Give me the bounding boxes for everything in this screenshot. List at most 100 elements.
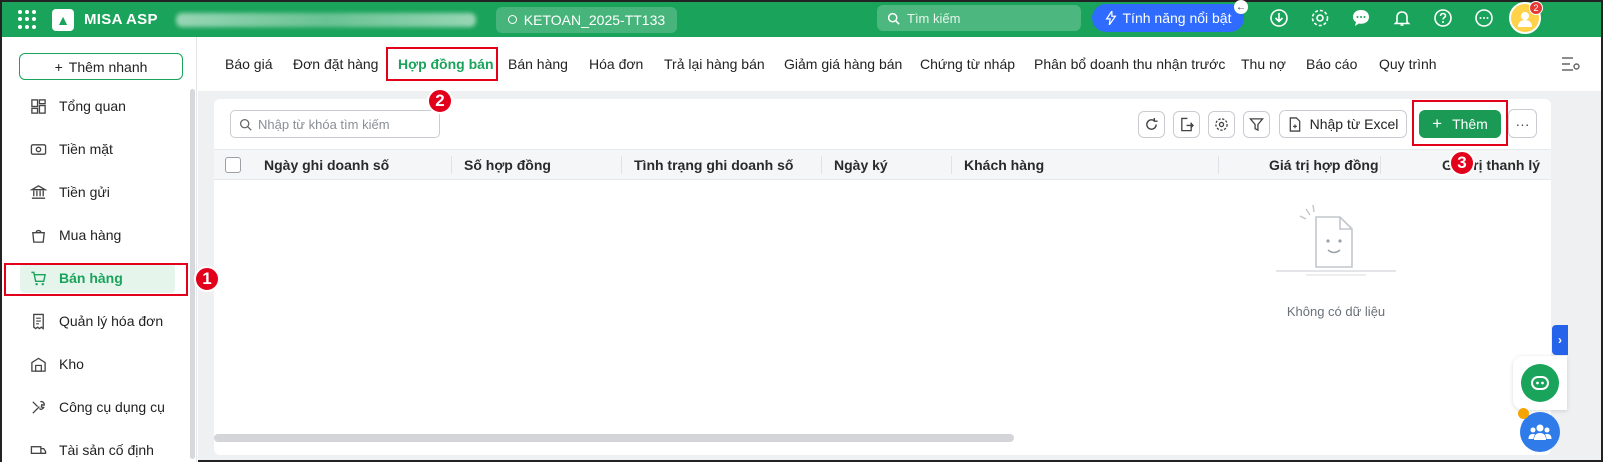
shopping-bag-icon <box>32 229 45 243</box>
gear-icon[interactable] <box>1299 6 1340 30</box>
filter-icon <box>1249 118 1264 132</box>
featured-features-label: Tính năng nổi bật <box>1122 10 1232 26</box>
empty-state-text: Không có dữ liệu <box>1286 304 1386 319</box>
more-actions-button[interactable]: ··· <box>1508 109 1537 138</box>
community-button[interactable] <box>1518 408 1560 452</box>
column-header[interactable]: Số hợp đồng <box>464 157 551 173</box>
column-header[interactable]: Ngày ghi doanh số <box>264 157 389 173</box>
column-divider[interactable] <box>821 156 822 174</box>
import-excel-label: Nhập từ Excel <box>1309 116 1399 132</box>
column-header[interactable]: Tình trạng ghi doanh số <box>634 157 793 173</box>
database-name: KETOAN_2025-TT133 <box>523 11 666 28</box>
sidebar-item-tools[interactable]: Công cụ dụng cụ <box>20 392 175 422</box>
sidebar-item-label: Tài sản cố định <box>59 442 154 458</box>
tab-settings-icon[interactable] <box>1561 56 1581 75</box>
list-search[interactable] <box>230 110 440 138</box>
notification-badge: 2 <box>1529 1 1543 15</box>
export-icon <box>1181 117 1194 132</box>
cash-icon <box>30 143 47 155</box>
sidebar-item-invoices[interactable]: Quản lý hóa đơn <box>20 306 175 336</box>
import-excel-button[interactable]: Nhập từ Excel <box>1279 110 1407 138</box>
add-label: Thêm <box>1452 116 1488 132</box>
download-icon[interactable] <box>1258 6 1299 30</box>
chatbot-icon <box>1521 364 1559 402</box>
sidebar-item-bank[interactable]: Tiền gửi <box>20 177 175 207</box>
bell-icon[interactable] <box>1381 6 1422 30</box>
app-grid-icon[interactable] <box>18 9 38 30</box>
tab-sales-return[interactable]: Trả lại hàng bán <box>664 56 765 72</box>
column-divider[interactable] <box>451 156 452 174</box>
chat-icon[interactable] <box>1340 6 1381 30</box>
tab-workflow[interactable]: Quy trình <box>1379 56 1437 72</box>
warehouse-icon <box>31 357 46 372</box>
sidebar-item-overview[interactable]: Tổng quan <box>20 91 175 121</box>
back-arrow-icon[interactable]: ← <box>1234 0 1248 14</box>
tab-quotation[interactable]: Báo giá <box>225 56 272 72</box>
column-divider[interactable] <box>1380 156 1381 174</box>
plus-icon: + <box>54 58 63 75</box>
list-settings-button[interactable] <box>1208 111 1235 138</box>
column-divider[interactable] <box>951 156 952 174</box>
step-badge: 2 <box>427 88 453 114</box>
sidebar-item-fixed-assets[interactable]: Tài sản cố định <box>20 435 175 462</box>
bank-icon <box>30 184 47 199</box>
tab-draft-vouchers[interactable]: Chứng từ nháp <box>920 56 1015 72</box>
tab-sales-order[interactable]: Đơn đặt hàng <box>293 56 378 72</box>
column-header[interactable]: Giá trị hợp đồng <box>1269 157 1379 173</box>
sidebar-item-warehouse[interactable]: Kho <box>20 349 175 379</box>
sidebar-item-label: Quản lý hóa đơn <box>59 313 164 329</box>
receipt-icon <box>33 313 44 330</box>
tab-invoice[interactable]: Hóa đơn <box>589 56 643 72</box>
chatbot-button[interactable] <box>1513 356 1567 410</box>
tab-sales-discount[interactable]: Giảm giá hàng bán <box>784 56 902 72</box>
sidebar-item-cash[interactable]: Tiền mặt <box>20 134 175 164</box>
column-divider[interactable] <box>621 156 622 174</box>
sidebar-item-label: Mua hàng <box>59 227 122 243</box>
list-search-input[interactable] <box>258 116 428 132</box>
sidebar-item-purchase[interactable]: Mua hàng <box>20 220 175 250</box>
refresh-icon <box>1146 117 1158 130</box>
sidebar-item-sales[interactable]: Bán hàng <box>20 263 175 293</box>
tab-sales-contract[interactable]: Hợp đồng bán <box>398 56 494 72</box>
sidebar-item-label: Tiền mặt <box>59 141 113 157</box>
more-options-icon[interactable] <box>1463 6 1504 30</box>
column-header[interactable]: Ngày ký <box>834 157 888 173</box>
expand-panel-button[interactable]: › <box>1552 325 1568 355</box>
global-search[interactable]: Tìm kiếm <box>877 5 1081 31</box>
plus-icon: + <box>1432 114 1443 133</box>
sidebar-item-label: Bán hàng <box>59 270 123 286</box>
quick-add-button[interactable]: + Thêm nhanh <box>19 53 183 80</box>
people-icon <box>1528 424 1552 440</box>
featured-features-button[interactable]: Tính năng nổi bật ← <box>1092 0 1248 32</box>
database-status-icon <box>507 15 517 24</box>
horizontal-scrollbar[interactable] <box>214 434 1014 442</box>
table-header: Ngày ghi doanh số Số hợp đồng Tình trạng… <box>214 149 1551 180</box>
column-divider[interactable] <box>1218 156 1219 174</box>
tab-reports[interactable]: Báo cáo <box>1306 56 1357 72</box>
sidebar-item-label: Tiền gửi <box>59 184 110 200</box>
column-header[interactable]: Khách hàng <box>964 157 1044 173</box>
gear-icon <box>1215 118 1228 131</box>
sidebar-item-label: Tổng quan <box>59 98 126 114</box>
chevron-right-icon: › <box>1558 333 1562 347</box>
step-badge: 1 <box>194 266 220 292</box>
export-button[interactable] <box>1173 111 1200 138</box>
tab-deferred-revenue[interactable]: Phân bổ doanh thu nhận trước <box>1034 56 1225 72</box>
add-button[interactable]: + Thêm <box>1419 110 1501 138</box>
tab-sales[interactable]: Bán hàng <box>508 56 568 72</box>
user-avatar[interactable]: 2 <box>1509 1 1543 34</box>
sidebar-item-label: Công cụ dụng cụ <box>59 399 165 415</box>
filter-button[interactable] <box>1243 111 1270 138</box>
refresh-button[interactable] <box>1138 111 1165 138</box>
database-selector[interactable]: KETOAN_2025-TT133 <box>495 6 678 33</box>
sidebar: + Thêm nhanh Tổng quan Tiền mặt Tiền gửi… <box>0 37 197 462</box>
contract-list-panel: Nhập từ Excel + Thêm ··· Ngày ghi doanh … <box>214 99 1551 455</box>
cart-icon <box>31 271 46 285</box>
tab-debt-collection[interactable]: Thu nợ <box>1241 56 1286 72</box>
misa-logo-icon: ▲ <box>52 8 74 31</box>
module-tabs: Báo giá Đơn đặt hàng Hợp đồng bán Bán hà… <box>198 37 1603 91</box>
help-icon[interactable] <box>1422 6 1463 30</box>
app-name: MISA ASP <box>84 11 158 28</box>
sidebar-item-label: Kho <box>59 356 84 372</box>
select-all-checkbox[interactable] <box>225 157 241 173</box>
